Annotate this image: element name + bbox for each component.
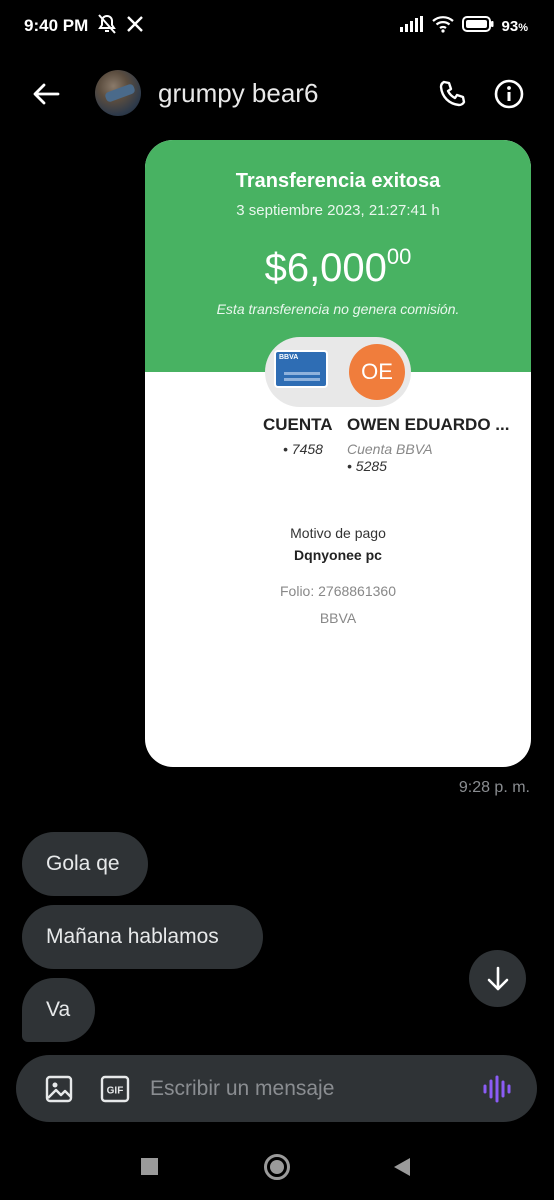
message-bubble[interactable]: Gola qe — [22, 832, 148, 896]
receipt-amount-cents: 00 — [386, 244, 412, 269]
recipient-bank: Cuenta BBVA — [347, 441, 433, 457]
status-right: 93% — [399, 15, 528, 37]
scroll-to-bottom-button[interactable] — [469, 950, 526, 1007]
transfer-receipt-image[interactable]: Transferencia exitosa 3 septiembre 2023,… — [145, 140, 531, 767]
motivo-value: Dqnyonee pc — [294, 547, 382, 563]
voice-waveform-icon — [483, 1075, 511, 1103]
folio: Folio: 2768861360 — [280, 583, 396, 599]
add-image-button[interactable] — [44, 1074, 74, 1104]
receipt-date: 3 septiembre 2023, 21:27:41 h — [236, 202, 440, 219]
sender-label: CUENTA — [263, 415, 333, 434]
signal-icon — [399, 16, 424, 36]
sender-number: • 7458 — [283, 441, 323, 457]
bank-name: BBVA — [319, 610, 357, 626]
home-button[interactable] — [264, 1154, 290, 1180]
receipt-title: Transferencia exitosa — [235, 170, 441, 192]
recipient-initials: OE — [349, 344, 405, 400]
back-arrow-icon — [33, 83, 60, 105]
conversation-header: grumpy bear6 — [0, 62, 554, 124]
message-bubble[interactable]: Va — [22, 978, 95, 1042]
accounts-pill: BBVA OE — [265, 337, 411, 407]
status-left: 9:40 PM — [24, 13, 144, 39]
system-nav-bar — [0, 1140, 554, 1200]
recipient-label: OWEN EDUARDO ... — [347, 415, 510, 434]
add-gif-button[interactable]: GIF — [100, 1074, 130, 1104]
muted-bell-icon — [96, 13, 118, 39]
message-composer: GIF — [16, 1055, 537, 1122]
card-brand: BBVA — [279, 354, 299, 361]
back-button[interactable] — [26, 74, 66, 114]
gif-icon: GIF — [100, 1075, 130, 1103]
arrow-down-icon — [487, 966, 508, 990]
info-button[interactable] — [489, 74, 529, 114]
motivo-label: Motivo de pago — [290, 525, 386, 541]
image-icon — [45, 1075, 73, 1103]
gif-label: GIF — [107, 1086, 124, 1097]
x-logo-icon — [126, 15, 144, 38]
battery-icon — [461, 16, 494, 36]
phone-icon — [439, 80, 466, 107]
receipt-note: Esta transferencia no genera comisión. — [216, 301, 460, 317]
recents-button[interactable] — [141, 1158, 158, 1175]
status-bar: 9:40 PM 93% — [0, 0, 554, 52]
call-button[interactable] — [432, 74, 472, 114]
message-input[interactable] — [150, 1065, 470, 1112]
system-back-button[interactable] — [394, 1158, 410, 1176]
receipt-amount: $6,00000 — [264, 244, 412, 290]
contact-name[interactable]: grumpy bear6 — [158, 78, 318, 109]
wifi-icon — [431, 15, 454, 37]
voice-message-button[interactable] — [482, 1074, 514, 1104]
status-time: 9:40 PM — [24, 16, 89, 35]
avatar[interactable] — [95, 70, 141, 116]
message-timestamp: 9:28 p. m. — [458, 779, 530, 796]
recipient-number: • 5285 — [347, 458, 387, 474]
message-bubble[interactable]: Mañana hablamos — [22, 905, 263, 969]
info-icon — [494, 79, 524, 109]
card-icon: BBVA — [274, 350, 328, 388]
battery-level: 93% — [501, 17, 528, 35]
